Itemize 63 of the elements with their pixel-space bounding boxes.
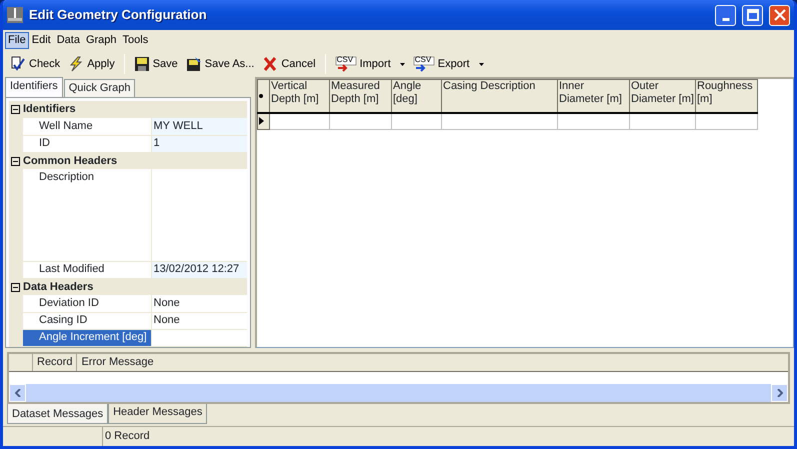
collapse-icon[interactable]	[11, 105, 20, 114]
column-header[interactable]: Measured Depth [m]	[330, 80, 392, 113]
close-icon	[772, 7, 788, 23]
property-value[interactable]: 13/02/2012 12:27	[151, 261, 247, 278]
tab[interactable]: Dataset Messages	[7, 404, 108, 424]
menu-item[interactable]: Edit	[28, 32, 54, 50]
maximize-icon	[744, 7, 760, 23]
app-icon	[7, 7, 23, 23]
menu-item[interactable]: File	[5, 32, 29, 50]
check-icon	[10, 56, 26, 72]
scroll-left-button[interactable]	[9, 384, 26, 402]
menu-item[interactable]: Data	[54, 32, 83, 50]
column-header[interactable]: Error Message	[77, 354, 788, 371]
column-header[interactable]: Vertical Depth [m]	[270, 80, 330, 113]
property-name[interactable]: Angle Increment [deg]	[23, 329, 151, 346]
menu-item[interactable]: Tools	[120, 32, 152, 50]
window-title: Edit Geometry Configuration	[29, 7, 208, 23]
lightning-icon	[68, 56, 84, 72]
toolbar-button[interactable]: Apply	[65, 55, 118, 74]
column-header[interactable]: Roughness [m]	[696, 80, 758, 113]
toolbar-button[interactable]: Cancel	[259, 55, 319, 74]
property-name[interactable]: Last Modified	[23, 261, 151, 278]
status-text: 0 Record	[104, 429, 151, 444]
tab[interactable]: Header Messages	[108, 404, 208, 424]
property-name[interactable]: Deviation ID	[23, 295, 151, 312]
menu-item[interactable]: Graph	[82, 32, 120, 50]
category-header[interactable]: Data Headers	[9, 278, 247, 296]
toolbar-button[interactable]: Save	[130, 55, 181, 74]
horizontal-scrollbar[interactable]	[9, 384, 788, 402]
tab[interactable]: Quick Graph	[64, 79, 136, 98]
close-button[interactable]	[769, 4, 790, 26]
property-value[interactable]: MY WELL	[151, 118, 247, 136]
property-name[interactable]: Description	[23, 169, 151, 262]
dot-icon	[259, 94, 263, 98]
caret-icon	[478, 62, 484, 66]
toolbar-button[interactable]: Check	[7, 55, 64, 74]
property-value[interactable]: 1	[151, 135, 247, 152]
property-name[interactable]: Well Name	[23, 118, 151, 136]
scroll-right-button[interactable]	[771, 384, 788, 402]
minimize-icon	[722, 18, 730, 20]
caret-icon	[400, 62, 405, 66]
property-name[interactable]: ID	[23, 135, 151, 152]
maximize-button[interactable]	[742, 4, 763, 26]
column-header[interactable]: Inner Diameter [m]	[558, 80, 630, 113]
toolbar-button[interactable]: Save As...	[182, 55, 258, 74]
property-value[interactable]: None	[151, 295, 247, 312]
toolbar-button[interactable]: CSV Export	[410, 55, 487, 74]
minimize-button[interactable]	[715, 4, 736, 26]
column-header[interactable]: Angle [deg]	[392, 80, 442, 113]
tab[interactable]: Identifiers	[5, 77, 63, 98]
column-header[interactable]: Outer Diameter [m]	[630, 80, 696, 113]
column-header[interactable]: Record	[33, 354, 78, 371]
collapse-icon[interactable]	[11, 156, 20, 166]
column-header[interactable]: Casing Description	[442, 80, 558, 113]
category-header[interactable]: Identifiers	[9, 101, 247, 118]
icon-label: CSV	[414, 55, 432, 64]
property-value[interactable]: None	[151, 312, 247, 330]
property-name[interactable]: Casing ID	[23, 312, 151, 330]
close-icon	[262, 56, 278, 72]
toolbar-button[interactable]: CSV Import	[332, 55, 408, 74]
collapse-icon[interactable]	[11, 282, 20, 292]
category-header[interactable]: Common Headers	[9, 152, 247, 170]
icon-label: CSV	[336, 55, 354, 64]
